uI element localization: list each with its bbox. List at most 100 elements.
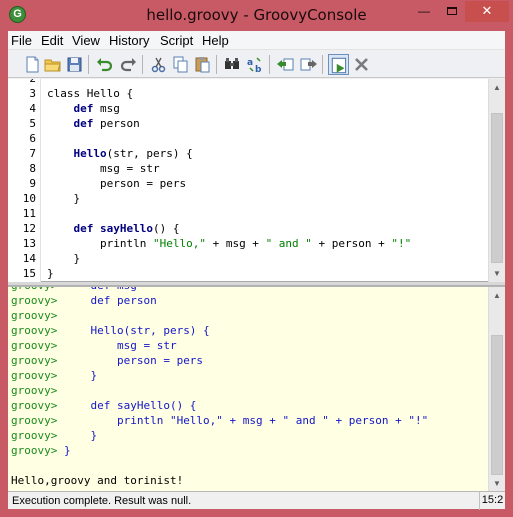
line-number: 2 (8, 79, 36, 85)
code-line[interactable]: person = pers (47, 177, 186, 190)
client-area: File Edit View History Script Help a b 3… (8, 31, 505, 510)
copy-icon[interactable] (170, 54, 191, 75)
output-echo-line[interactable]: groovy> def person (11, 294, 157, 307)
echoed-code (57, 309, 64, 322)
line-number: 8 (29, 162, 36, 175)
echoed-code: def person (57, 294, 157, 307)
code-token: } (47, 267, 54, 280)
save-icon[interactable] (64, 54, 85, 75)
line-number: 11 (22, 207, 36, 220)
line-number: 14 (22, 252, 36, 265)
editor-scrollbar[interactable]: ▲ ▼ (488, 79, 505, 282)
code-token: + msg + (205, 237, 266, 250)
scroll-up-arrow-icon[interactable]: ▲ (489, 287, 505, 304)
minimize-button[interactable]: — (410, 1, 438, 22)
code-line[interactable]: class Hello { (47, 87, 133, 100)
editor-scroll-thumb[interactable] (491, 113, 503, 263)
undo-icon[interactable] (94, 54, 115, 75)
toolbar-separator (216, 55, 217, 74)
menu-bar: File Edit View History Script Help (8, 31, 505, 50)
output-echo-line[interactable]: groovy> Hello(str, pers) { (11, 324, 210, 337)
echoed-code: person = pers (57, 354, 204, 367)
title-bar[interactable]: G hello.groovy - GroovyConsole — ✕ (0, 0, 513, 31)
code-line[interactable]: } (47, 192, 80, 205)
cut-icon[interactable] (148, 54, 169, 75)
line-number: 9 (29, 177, 36, 190)
scroll-down-arrow-icon[interactable]: ▼ (489, 475, 505, 492)
menu-script[interactable]: Script (160, 33, 193, 48)
keyword-token: def (73, 222, 94, 235)
output-echo-line[interactable]: groovy> } (11, 369, 97, 382)
output-echo-line[interactable]: groovy> } (11, 429, 97, 442)
menu-edit[interactable]: Edit (41, 33, 63, 48)
groovy-prompt: groovy> (11, 339, 58, 352)
groovy-prompt: groovy> (11, 287, 57, 292)
output-echo-line[interactable]: groovy> person = pers (11, 354, 203, 367)
code-area[interactable]: class Hello { def msg def person Hello(s… (47, 79, 487, 282)
output-scrollbar[interactable]: ▲ ▼ (488, 287, 505, 492)
code-line[interactable]: def person (47, 117, 140, 130)
code-line[interactable]: println "Hello," + msg + " and " + perso… (47, 237, 411, 250)
code-token: println (47, 237, 153, 250)
replace-icon[interactable]: ab (245, 54, 266, 75)
groovy-prompt: groovy> (11, 444, 58, 457)
line-number: 4 (29, 102, 36, 115)
string-token: "Hello," (152, 237, 206, 250)
find-icon[interactable] (222, 54, 243, 75)
code-line[interactable]: msg = str (47, 162, 160, 175)
interrupt-icon[interactable] (351, 54, 372, 75)
open-folder-icon[interactable] (42, 54, 63, 75)
output-echo-line[interactable]: groovy> (11, 384, 64, 397)
history-previous-icon[interactable] (275, 54, 296, 75)
groovy-console-window: G hello.groovy - GroovyConsole — ✕ File … (0, 0, 513, 517)
code-token: person = pers (47, 177, 187, 190)
output-echo-line[interactable]: groovy> (11, 309, 64, 322)
output-echo-line[interactable]: groovy> def msg (11, 287, 137, 292)
run-script-icon[interactable] (328, 54, 349, 75)
close-button[interactable]: ✕ (465, 1, 509, 22)
string-token: " and " (265, 237, 312, 250)
output-scroll-thumb[interactable] (491, 335, 503, 475)
status-message: Execution complete. Result was null. (12, 495, 192, 507)
code-token: () { (152, 222, 180, 235)
keyword-token: def (73, 117, 94, 130)
paste-icon[interactable] (192, 54, 213, 75)
scroll-up-arrow-icon[interactable]: ▲ (489, 79, 505, 96)
caret-position: 15:2 (479, 492, 505, 510)
script-result-output[interactable]: Hello,groovy and torinist! (11, 474, 183, 487)
output-pane[interactable]: groovy> def msggroovy> def persongroovy>… (8, 286, 505, 492)
groovy-prompt: groovy> (11, 354, 58, 367)
output-text[interactable]: groovy> def msggroovy> def persongroovy>… (11, 287, 487, 492)
code-line[interactable]: def sayHello() { (47, 222, 180, 235)
scroll-down-arrow-icon[interactable]: ▼ (489, 265, 505, 282)
code-line[interactable]: } (47, 267, 54, 280)
history-next-icon[interactable] (298, 54, 319, 75)
output-echo-line[interactable]: groovy> } (11, 444, 71, 457)
redo-icon[interactable] (118, 54, 139, 75)
output-echo-line[interactable]: groovy> msg = str (11, 339, 177, 352)
menu-file[interactable]: File (11, 33, 32, 48)
output-echo-line[interactable]: groovy> def sayHello() { (11, 399, 196, 412)
code-line[interactable]: } (47, 252, 80, 265)
svg-text:b: b (255, 65, 262, 75)
code-token: msg = str (47, 162, 160, 175)
echoed-code: } (57, 444, 71, 457)
menu-help[interactable]: Help (202, 33, 229, 48)
code-token: class Hello { (47, 87, 134, 100)
maximize-button[interactable] (438, 1, 465, 22)
code-line[interactable]: Hello(str, pers) { (47, 147, 193, 160)
groovy-prompt: groovy> (11, 324, 58, 337)
output-echo-line[interactable]: groovy> println "Hello," + msg + " and "… (11, 414, 428, 427)
menu-view[interactable]: View (72, 33, 100, 48)
new-file-icon[interactable] (22, 54, 43, 75)
toolbar: ab (8, 51, 505, 78)
toolbar-separator (142, 55, 143, 74)
line-number: 6 (29, 132, 36, 145)
menu-history[interactable]: History (109, 33, 149, 48)
script-editor[interactable]: 2 3 4 5 6 7 8 9 10 11 12 13 14 15 class Hello { def m… (8, 79, 505, 282)
code-token: + person + (311, 237, 392, 250)
code-line[interactable]: def msg (47, 102, 120, 115)
